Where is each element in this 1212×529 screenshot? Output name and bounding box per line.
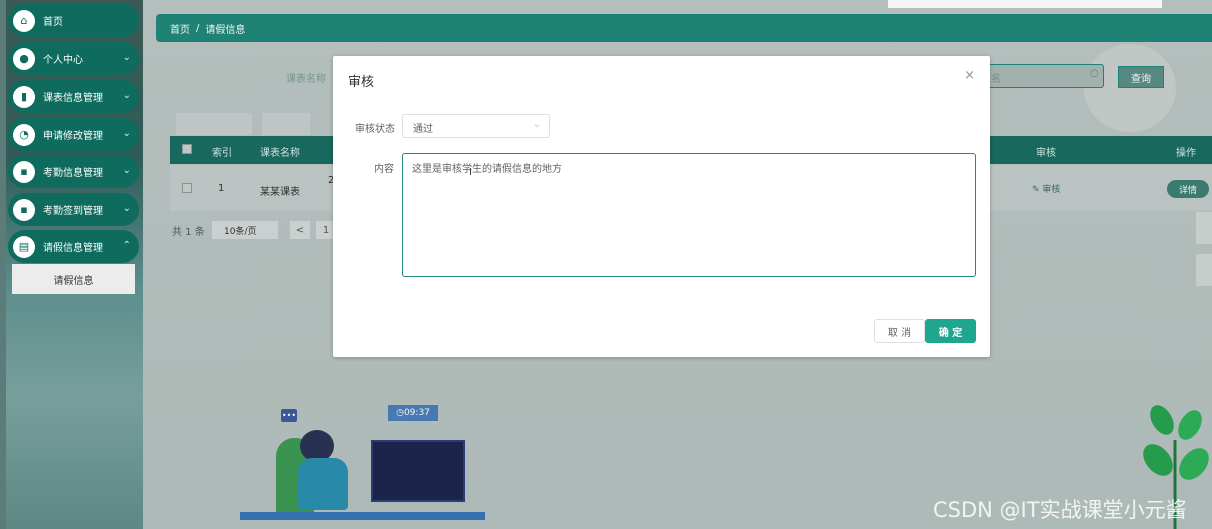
- message-icon: ▪: [13, 198, 35, 221]
- sidebar-item-attendance[interactable]: ▪ 考勤信息管理 ⌄: [8, 155, 139, 188]
- sidebar-item-leave[interactable]: ▤ 请假信息管理 ⌃: [8, 230, 139, 263]
- sidebar-item-label: 首页: [43, 17, 63, 28]
- sidebar-item-label: 考勤签到管理: [43, 206, 103, 217]
- chevron-down-icon: ⌄: [122, 52, 131, 63]
- sidebar-item-label: 课表信息管理: [43, 93, 103, 104]
- message-icon: ▪: [13, 160, 35, 183]
- chevron-down-icon: ⌄: [122, 165, 131, 176]
- confirm-button[interactable]: 确 定: [925, 319, 976, 343]
- dialog-title: 审核: [348, 75, 375, 90]
- text-cursor-icon: I: [469, 167, 472, 178]
- home-icon: ⌂: [13, 9, 35, 32]
- watermark: CSDN @IT实战课堂小元酱: [933, 498, 1187, 522]
- chevron-down-icon: ⌄: [122, 203, 131, 214]
- sidebar-item-checkin[interactable]: ▪ 考勤签到管理 ⌄: [8, 193, 139, 226]
- status-select-value: 通过: [413, 124, 433, 135]
- user-icon: ●: [13, 47, 35, 70]
- pie-icon: ◔: [13, 123, 35, 146]
- chevron-up-icon: ⌃: [122, 240, 131, 251]
- sidebar: ⌂ 首页 ● 个人中心 ⌄ ▮ 课表信息管理 ⌄ ◔ 申请修改管理 ⌄ ▪ 考勤…: [0, 0, 143, 529]
- status-label: 审核状态: [355, 124, 395, 135]
- chevron-down-icon: ⌄: [122, 128, 131, 139]
- sidebar-item-change-requests[interactable]: ◔ 申请修改管理 ⌄: [8, 118, 139, 151]
- content-label: 内容: [374, 164, 394, 175]
- sidebar-item-label: 考勤信息管理: [43, 168, 103, 179]
- chevron-down-icon: ⌄: [532, 119, 541, 130]
- clipboard-icon: ▤: [13, 235, 35, 258]
- review-dialog: 审核 × 审核状态 通过 ⌄ 内容 这里是审核学生的请假信息的地方 I 取 消 …: [333, 56, 990, 357]
- sidebar-edge: [0, 0, 6, 529]
- submenu-leave-info[interactable]: 请假信息: [12, 264, 135, 294]
- sidebar-item-label: 请假信息管理: [43, 243, 103, 254]
- sidebar-item-home[interactable]: ⌂ 首页: [8, 4, 139, 37]
- sidebar-item-schedule[interactable]: ▮ 课表信息管理 ⌄: [8, 80, 139, 113]
- status-select[interactable]: 通过 ⌄: [402, 114, 550, 138]
- cancel-button[interactable]: 取 消: [874, 319, 925, 343]
- bar-chart-icon: ▮: [13, 85, 35, 108]
- sidebar-item-label: 申请修改管理: [43, 131, 103, 142]
- close-icon[interactable]: ×: [964, 68, 975, 83]
- content-textarea[interactable]: 这里是审核学生的请假信息的地方: [402, 153, 976, 277]
- chevron-down-icon: ⌄: [122, 90, 131, 101]
- sidebar-item-profile[interactable]: ● 个人中心 ⌄: [8, 42, 139, 75]
- sidebar-item-label: 个人中心: [43, 55, 83, 66]
